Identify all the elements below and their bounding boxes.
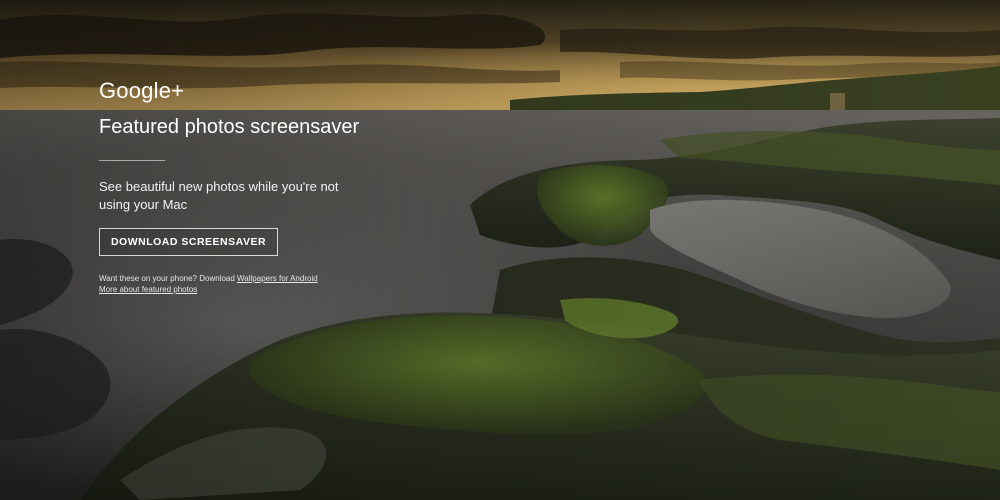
phone-download-prefix: Want these on your phone? Download [99,274,235,283]
footnote: Want these on your phone? Download Wallp… [99,273,519,295]
google-plus-logo: Google+ [99,78,185,103]
screensaver-landing-page: Google+ Featured photos screensaver See … [0,0,1000,500]
wallpapers-for-android-link[interactable]: Wallpapers for Android [237,274,318,283]
more-about-featured-photos-link[interactable]: More about featured photos [99,285,197,294]
phone-download-line: Want these on your phone? Download Wallp… [99,273,519,284]
more-about-line: More about featured photos [99,284,519,295]
download-screensaver-button[interactable]: DOWNLOAD SCREENSAVER [99,228,278,256]
hero-description: See beautiful new photos while you're no… [99,179,339,212]
title-divider [99,160,165,161]
hero-content: Google+ Featured photos screensaver See … [99,78,519,295]
page-title: Featured photos screensaver [99,116,360,138]
